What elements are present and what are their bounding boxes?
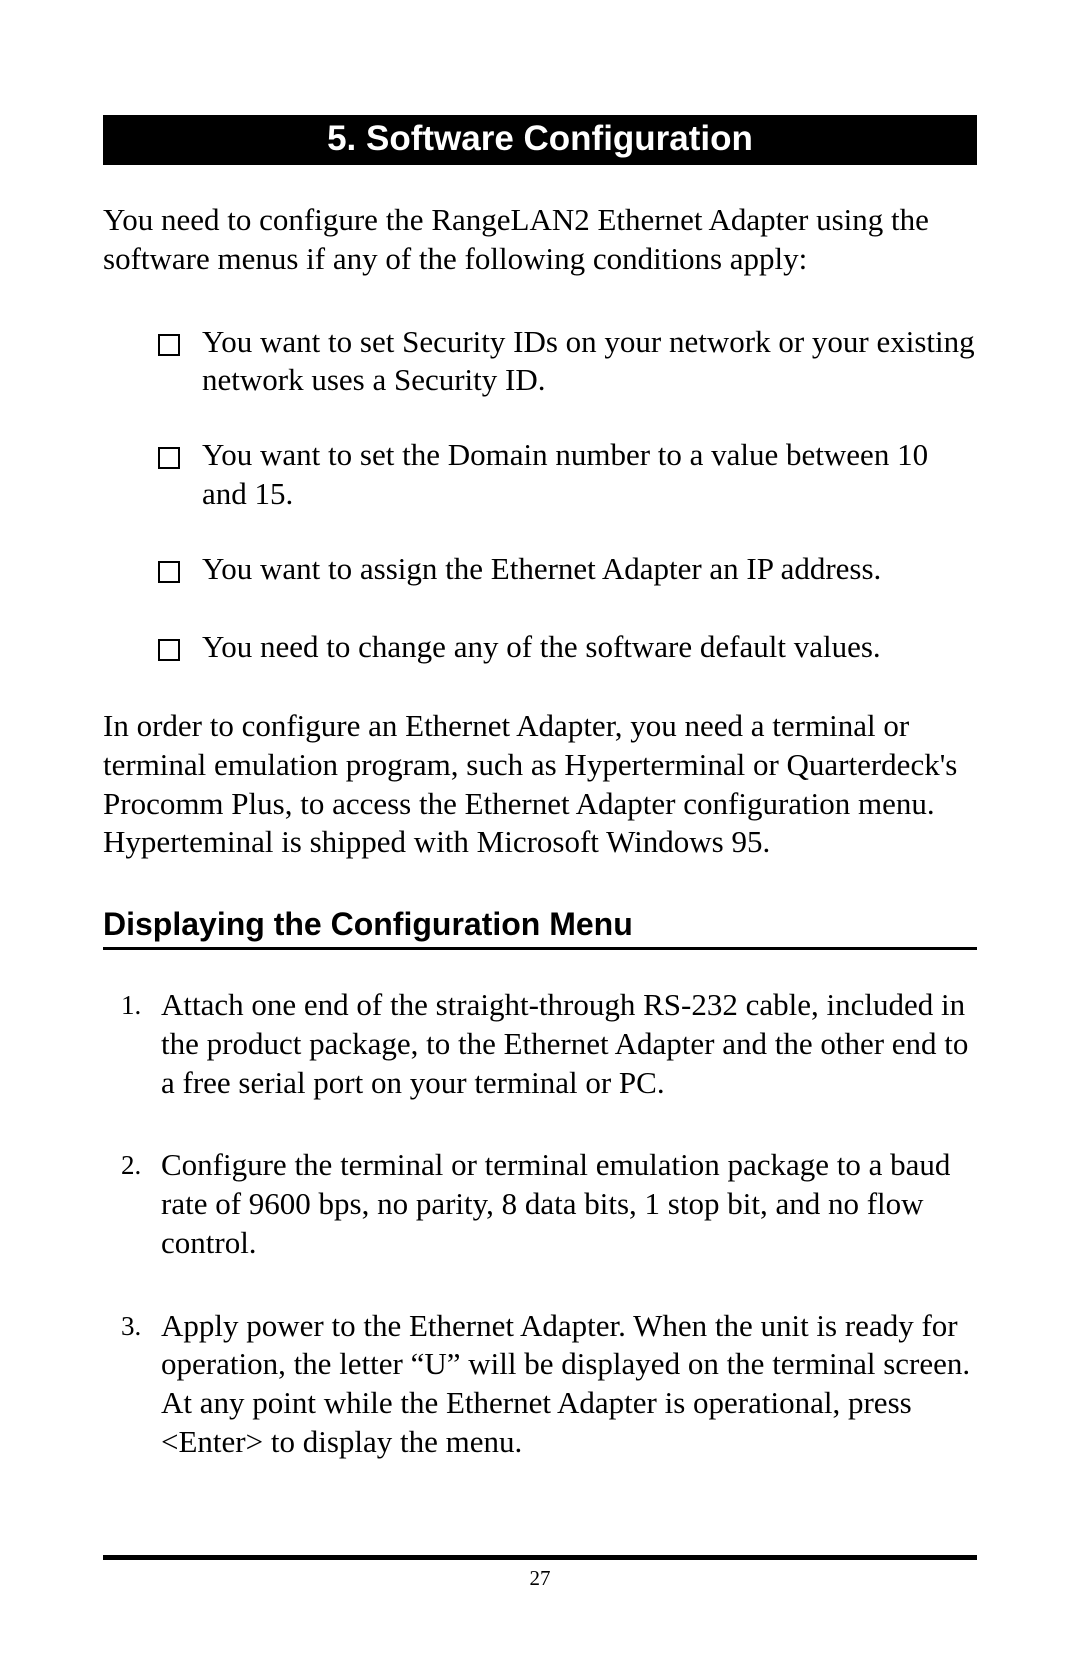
checkbox-text: You want to set Security IDs on your net… [202, 323, 977, 401]
numbered-list: 1. Attach one end of the straight-throug… [103, 986, 977, 1462]
list-text: Configure the terminal or terminal emula… [161, 1146, 977, 1262]
list-item: You need to change any of the software d… [158, 628, 977, 671]
list-item: 1. Attach one end of the straight-throug… [121, 986, 977, 1102]
checkbox-icon [158, 327, 180, 366]
list-item: You want to set Security IDs on your net… [158, 323, 977, 401]
list-number: 2. [121, 1146, 161, 1183]
checkbox-text: You need to change any of the software d… [202, 628, 977, 667]
page-footer: 27 [103, 1555, 977, 1591]
checkbox-text: You want to set the Domain number to a v… [202, 436, 977, 514]
list-number: 3. [121, 1307, 161, 1344]
page-number: 27 [530, 1566, 551, 1590]
middle-paragraph: In order to configure an Ethernet Adapte… [103, 707, 977, 862]
intro-paragraph: You need to configure the RangeLAN2 Ethe… [103, 201, 977, 279]
checkbox-text: You want to assign the Ethernet Adapter … [202, 550, 977, 589]
section-title: Displaying the Configuration Menu [103, 906, 977, 950]
list-text: Attach one end of the straight-through R… [161, 986, 977, 1102]
checkbox-icon [158, 554, 180, 593]
checkbox-icon [158, 440, 180, 479]
list-text: Apply power to the Ethernet Adapter. Whe… [161, 1307, 977, 1462]
checkbox-icon [158, 632, 180, 671]
chapter-title: 5. Software Configuration [103, 115, 977, 165]
list-item: 2. Configure the terminal or terminal em… [121, 1146, 977, 1262]
checkbox-list: You want to set Security IDs on your net… [103, 323, 977, 672]
list-item: 3. Apply power to the Ethernet Adapter. … [121, 1307, 977, 1462]
list-item: You want to assign the Ethernet Adapter … [158, 550, 977, 593]
list-item: You want to set the Domain number to a v… [158, 436, 977, 514]
list-number: 1. [121, 986, 161, 1023]
